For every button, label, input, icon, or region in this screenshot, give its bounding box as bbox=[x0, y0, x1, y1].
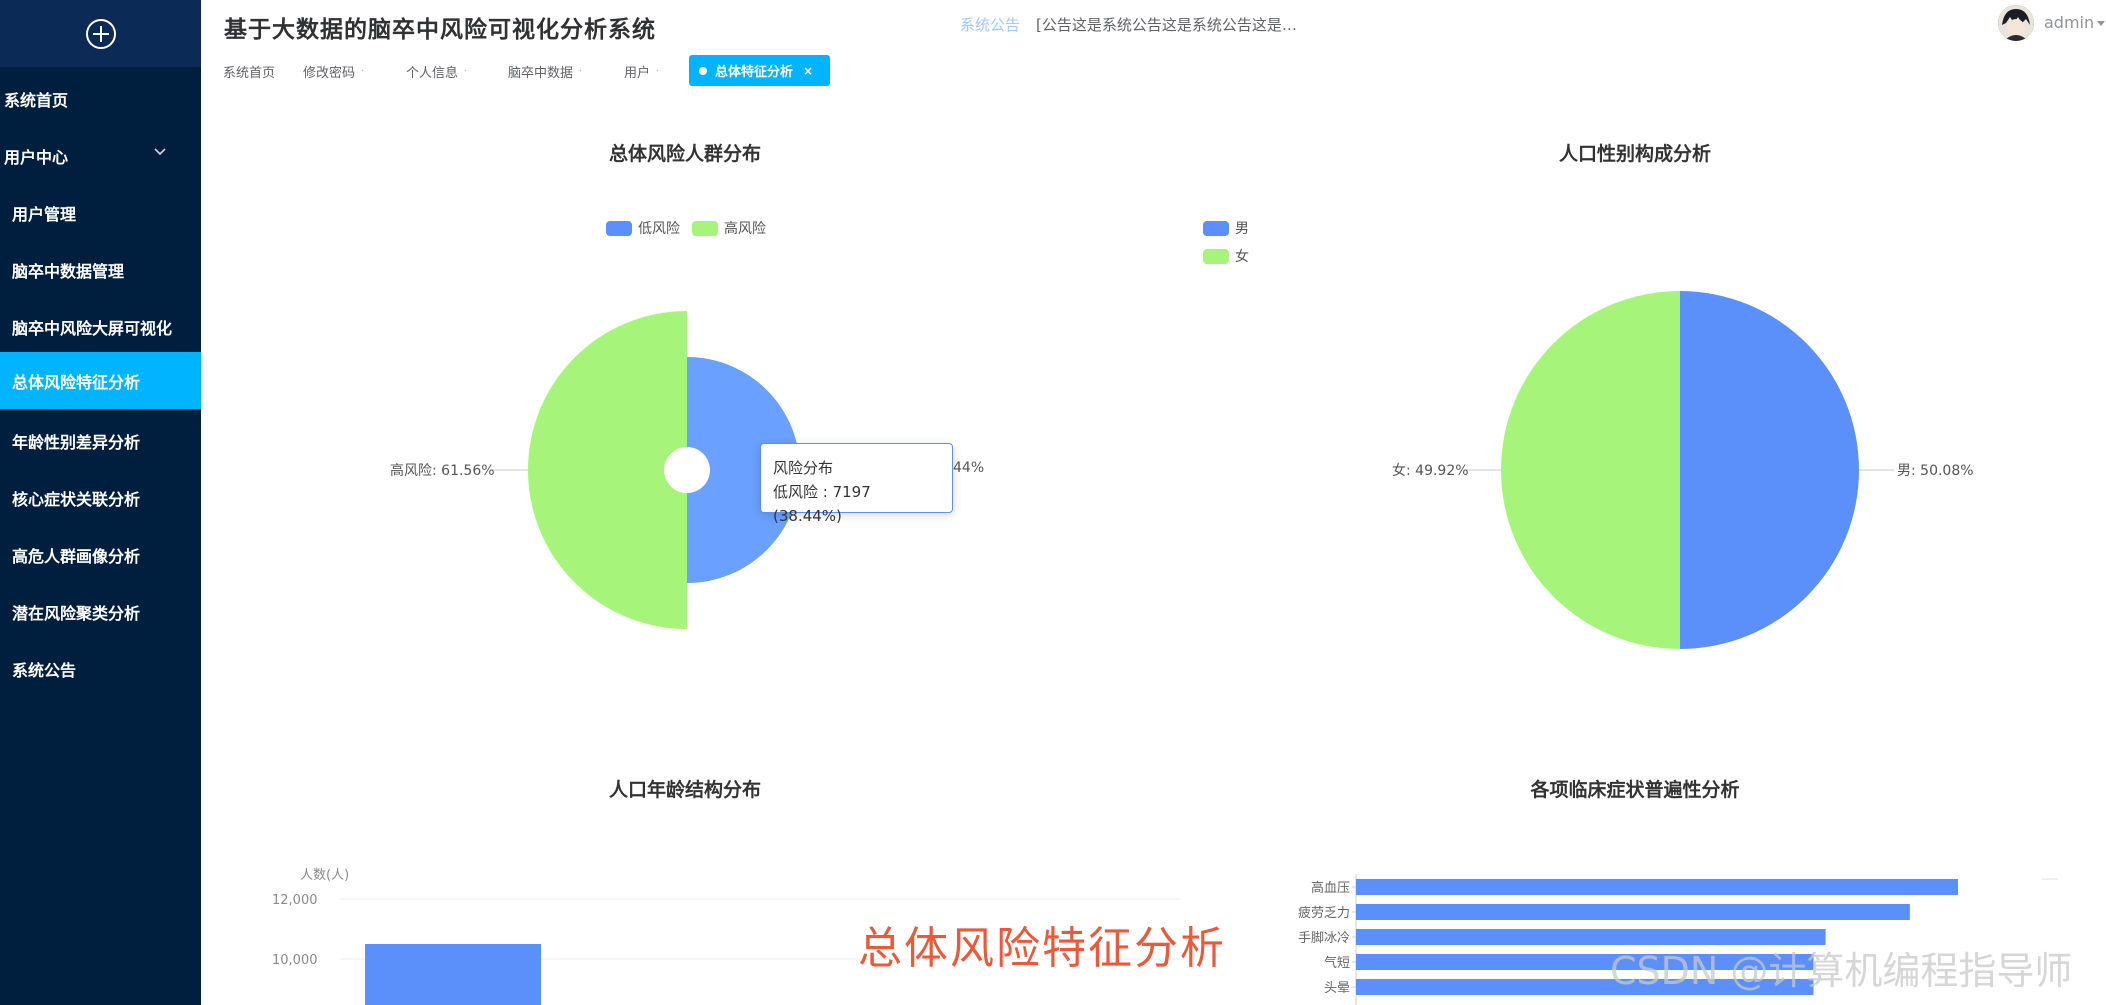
charts-canvas: 人数(人) 12,000 10,000 高血压疲劳乏力手脚冰冷气短头晕 bbox=[272, 291, 2058, 1005]
age-bar[interactable] bbox=[365, 944, 541, 1005]
page-caption: 总体风险特征分析 bbox=[858, 923, 1226, 974]
pie-label-high-risk: 高风险: 61.56% bbox=[390, 463, 495, 479]
y-axis-label: 人数(人) bbox=[300, 868, 349, 883]
tooltip-value: 低风险 : 7197 (38.44%) bbox=[773, 483, 871, 525]
pie-slice-female[interactable] bbox=[1501, 291, 1680, 649]
pie-label-low-risk-fragment: 44% bbox=[953, 460, 985, 476]
chart-tooltip: 风险分布 低风险 : 7197 (38.44%) bbox=[760, 443, 953, 525]
pie-center-hole bbox=[664, 447, 710, 493]
category-label: 气短 bbox=[1324, 955, 1350, 971]
pie-slice-high-risk[interactable] bbox=[528, 311, 687, 629]
csdn-watermark: CSDN @计算机编程指导师 bbox=[1610, 949, 2073, 993]
pie-slice-male[interactable] bbox=[1680, 291, 1859, 649]
category-label: 高血压 bbox=[1311, 880, 1350, 896]
y-tick-label: 10,000 bbox=[272, 953, 318, 968]
symptom-bar[interactable] bbox=[1356, 904, 1910, 920]
category-label: 手脚冰冷 bbox=[1298, 930, 1350, 946]
symptom-bar[interactable] bbox=[1356, 879, 1958, 895]
y-tick-label: 12,000 bbox=[272, 893, 318, 908]
pie-label-male: 男: 50.08% bbox=[1897, 463, 1974, 479]
tooltip-title: 风险分布 bbox=[773, 459, 834, 477]
category-label: 头晕 bbox=[1324, 981, 1350, 996]
pie-label-female: 女: 49.92% bbox=[1392, 463, 1469, 479]
category-label: 疲劳乏力 bbox=[1298, 905, 1350, 921]
